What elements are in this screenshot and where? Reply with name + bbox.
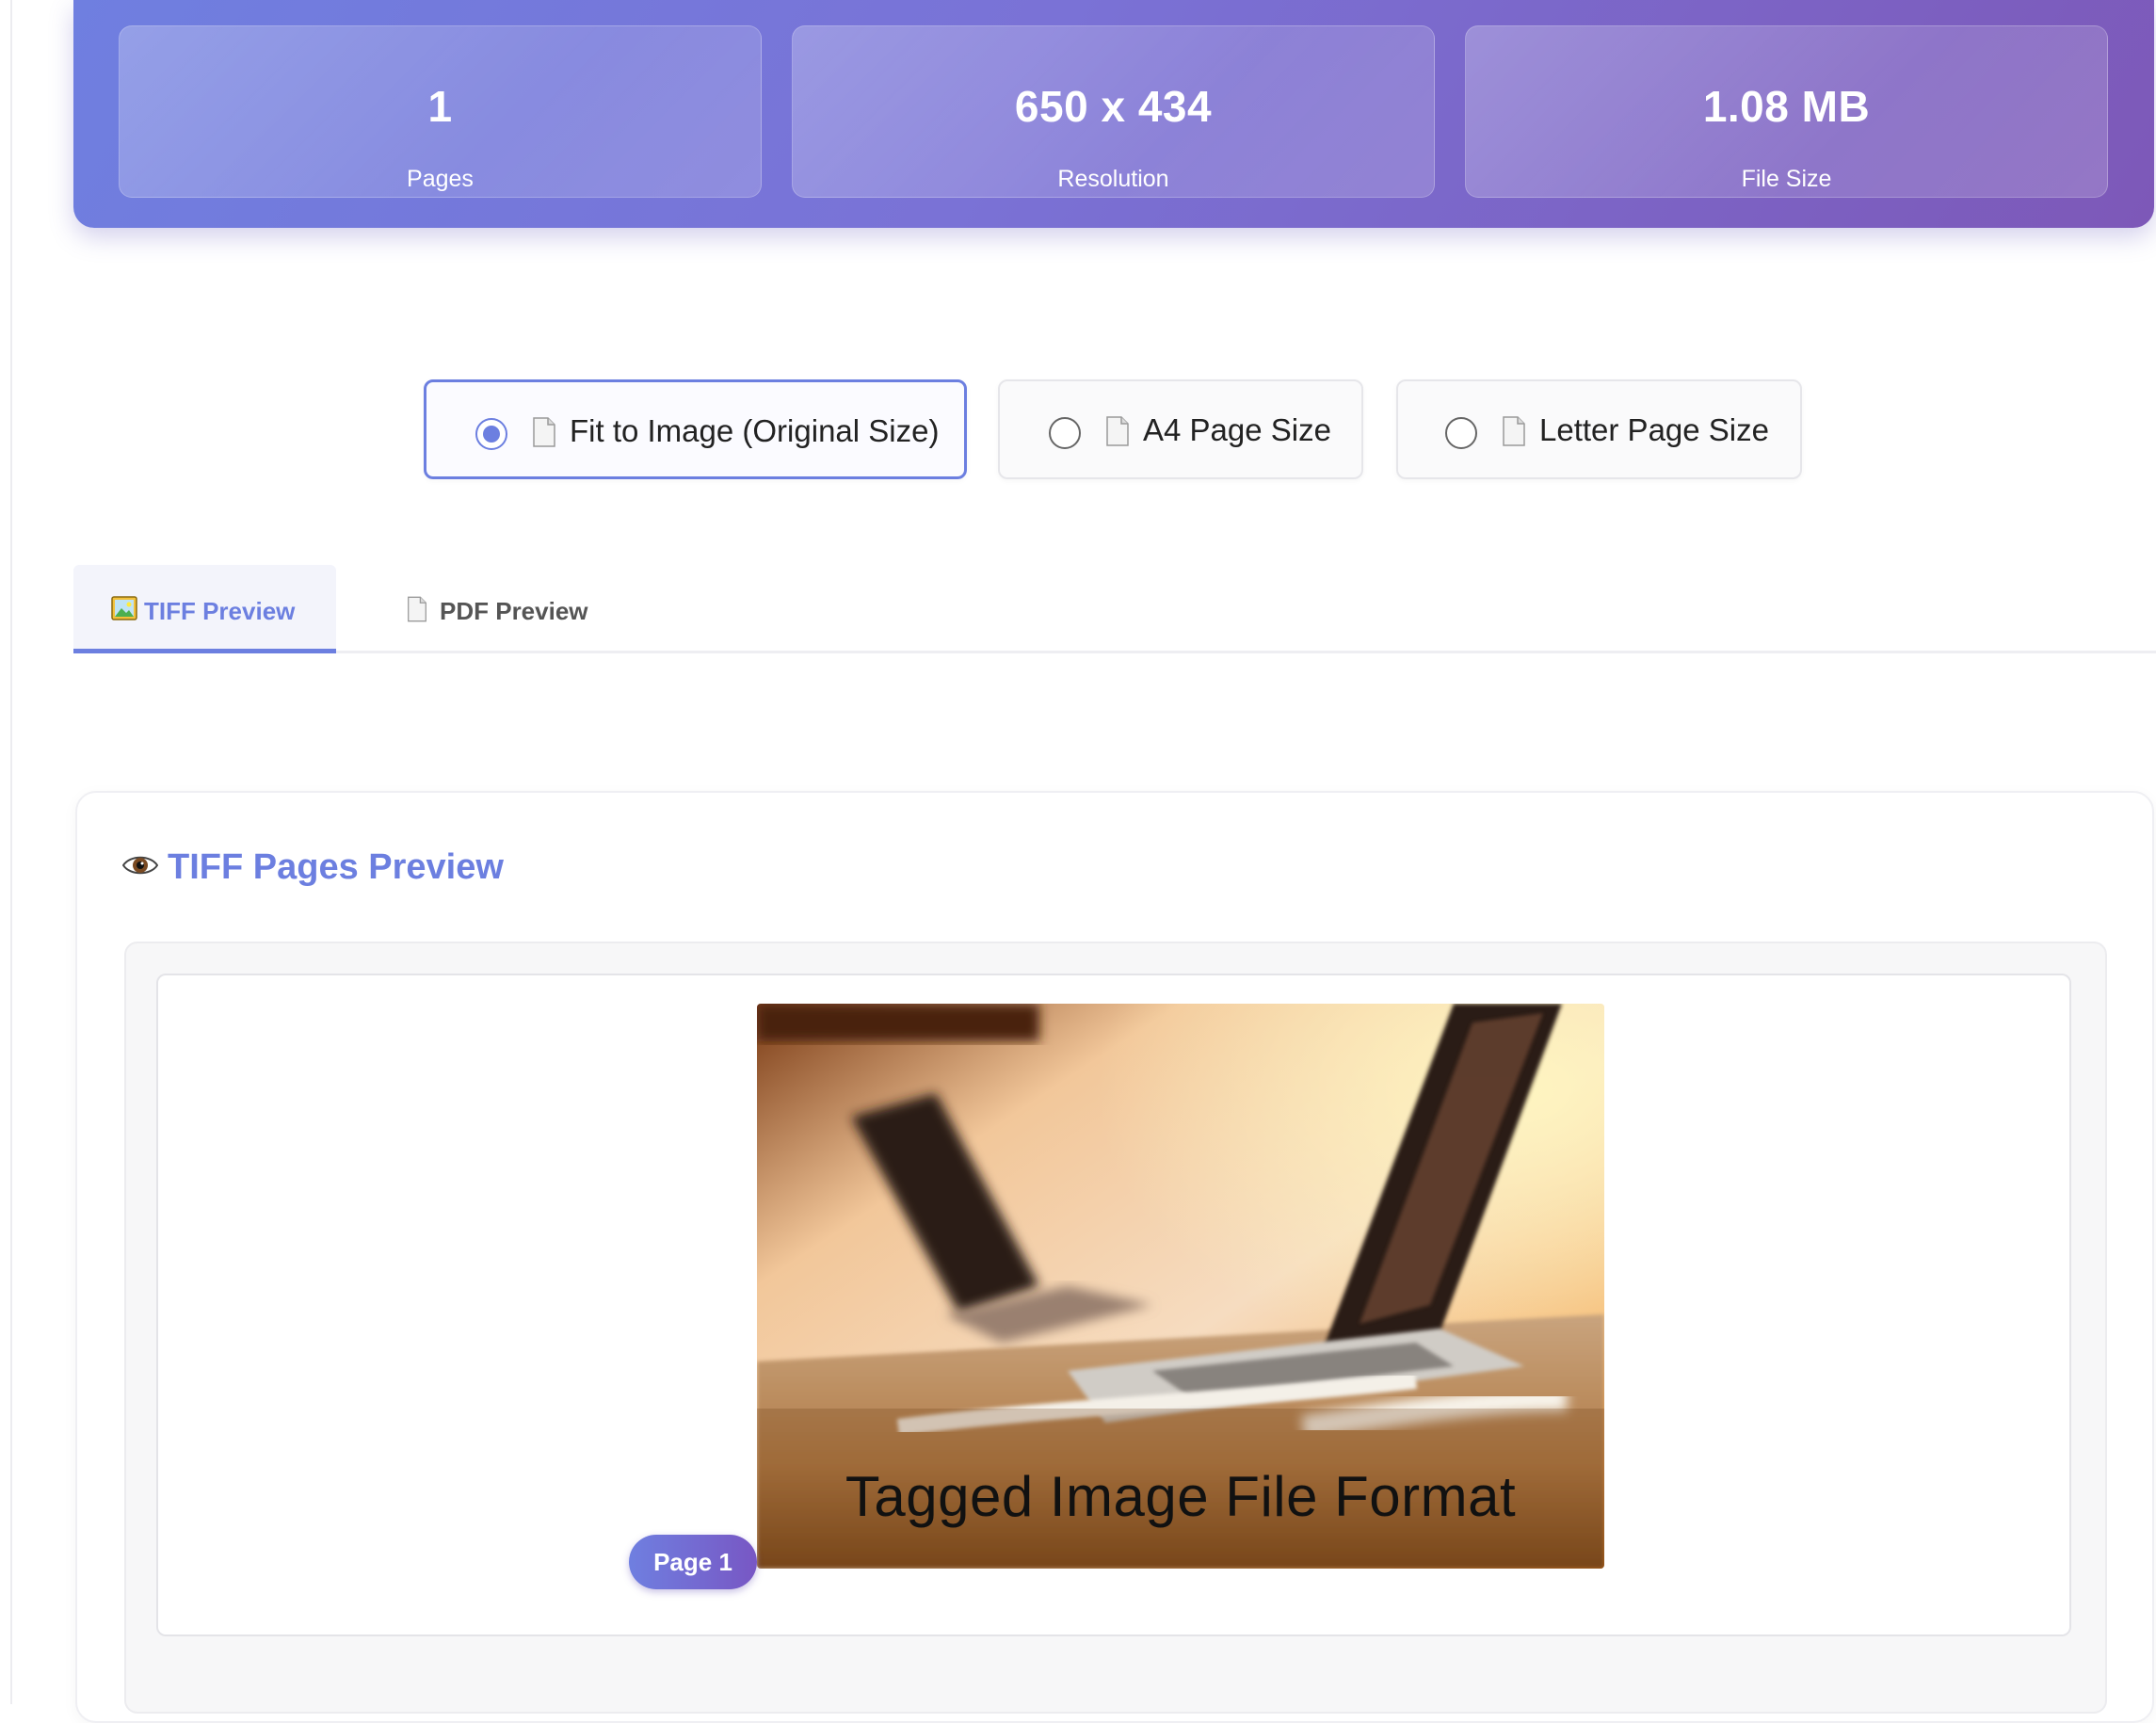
page-number-badge: Page 1 bbox=[629, 1535, 757, 1589]
stat-label: Resolution bbox=[1057, 166, 1169, 192]
stat-card-resolution: 650 x 434 Resolution bbox=[792, 25, 1435, 198]
stat-value: 650 x 434 bbox=[1014, 82, 1213, 131]
preview-title-text: TIFF Pages Preview bbox=[168, 847, 504, 887]
stat-label: File Size bbox=[1741, 166, 1832, 192]
left-border bbox=[0, 0, 12, 1704]
option-a4-page-size[interactable]: A4 Page Size bbox=[998, 379, 1363, 479]
radio-button[interactable] bbox=[1445, 417, 1477, 449]
tab-label: PDF Preview bbox=[440, 597, 588, 625]
pages-container: Tagged Image File Format Page 1 bbox=[124, 942, 2107, 1714]
option-letter-page-size[interactable]: Letter Page Size bbox=[1396, 379, 1802, 479]
page-1-image: Tagged Image File Format bbox=[757, 1004, 1604, 1569]
stat-value: 1.08 MB bbox=[1702, 82, 1871, 131]
page-size-options: Fit to Image (Original Size) A4 Page Siz… bbox=[0, 379, 2156, 479]
eye-icon bbox=[122, 856, 158, 875]
option-fit-to-image[interactable]: Fit to Image (Original Size) bbox=[424, 379, 967, 479]
stat-label: Pages bbox=[407, 166, 474, 192]
option-label: Fit to Image (Original Size) bbox=[570, 413, 940, 448]
document-icon bbox=[408, 596, 426, 622]
radio-button[interactable] bbox=[1049, 417, 1081, 449]
radio-button[interactable] bbox=[475, 418, 507, 450]
stat-value: 1 bbox=[427, 82, 453, 131]
preview-tabs: TIFF Preview PDF Preview bbox=[73, 565, 2156, 653]
document-icon bbox=[533, 417, 555, 447]
stats-banner: 1 Pages 650 x 434 Resolution 1.08 MB Fil… bbox=[73, 0, 2154, 228]
stat-card-file-size: 1.08 MB File Size bbox=[1465, 25, 2108, 198]
tab-pdf-preview[interactable]: PDF Preview bbox=[375, 565, 601, 653]
option-label: Letter Page Size bbox=[1539, 412, 1769, 447]
picture-icon bbox=[111, 596, 137, 620]
tab-label: TIFF Preview bbox=[144, 597, 296, 625]
option-label: A4 Page Size bbox=[1143, 412, 1331, 447]
tab-tiff-preview[interactable]: TIFF Preview bbox=[73, 565, 336, 653]
stat-card-pages: 1 Pages bbox=[119, 25, 762, 198]
page-frame: Tagged Image File Format Page 1 bbox=[156, 974, 2071, 1636]
tiff-preview-panel: TIFF Pages Preview Tagged Image File For… bbox=[75, 791, 2154, 1723]
document-icon bbox=[1503, 416, 1525, 446]
document-icon bbox=[1106, 416, 1129, 446]
image-caption: Tagged Image File Format bbox=[845, 1465, 1517, 1528]
